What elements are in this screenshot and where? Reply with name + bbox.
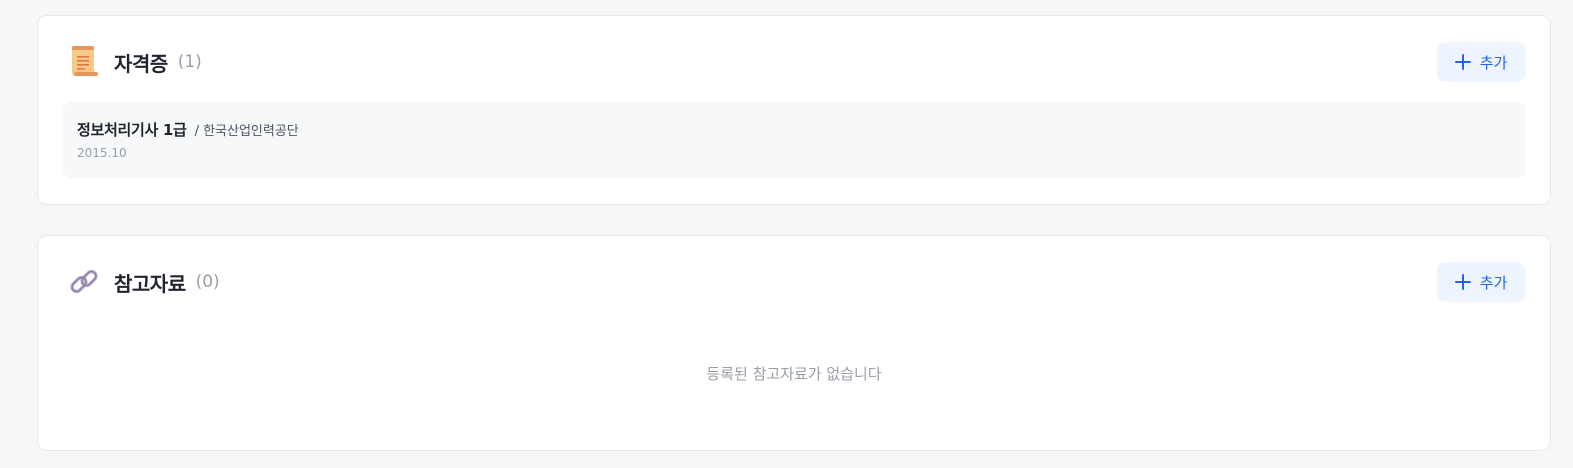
certificates-title: 자격증 bbox=[114, 51, 168, 76]
certificates-header: 자격증 (1) 추가 bbox=[68, 42, 1525, 82]
add-reference-button[interactable]: 추가 bbox=[1437, 262, 1525, 302]
add-certificate-button[interactable]: 추가 bbox=[1437, 42, 1525, 82]
add-certificate-label: 추가 bbox=[1479, 53, 1508, 72]
scroll-icon bbox=[68, 45, 100, 79]
references-card: 참고자료 (0) 추가 등록된 참고자료가 없습니다 bbox=[37, 235, 1551, 451]
profile-sections: 자격증 (1) 추가 정보처리기사 1급 / 한국산업인력공단 2015.10 bbox=[0, 0, 1573, 468]
certificates-card: 자격증 (1) 추가 정보처리기사 1급 / 한국산업인력공단 2015.10 bbox=[37, 15, 1551, 205]
references-count: (0) bbox=[195, 272, 220, 292]
add-reference-label: 추가 bbox=[1479, 273, 1508, 292]
certificate-name: 정보처리기사 1급 bbox=[77, 121, 187, 139]
link-icon bbox=[68, 265, 100, 299]
plus-icon bbox=[1454, 54, 1471, 70]
certificate-date: 2015.10 bbox=[77, 146, 127, 160]
references-title: 참고자료 bbox=[114, 271, 186, 296]
certificates-count: (1) bbox=[177, 52, 202, 72]
plus-icon bbox=[1454, 274, 1471, 290]
references-empty-message: 등록된 참고자료가 없습니다 bbox=[706, 365, 882, 383]
certificate-line: 정보처리기사 1급 / 한국산업인력공단 bbox=[77, 119, 299, 140]
certificate-issuer: / 한국산업인력공단 bbox=[194, 124, 299, 139]
certificate-item[interactable]: 정보처리기사 1급 / 한국산업인력공단 2015.10 bbox=[63, 101, 1525, 179]
references-header: 참고자료 (0) 추가 bbox=[68, 262, 1525, 302]
